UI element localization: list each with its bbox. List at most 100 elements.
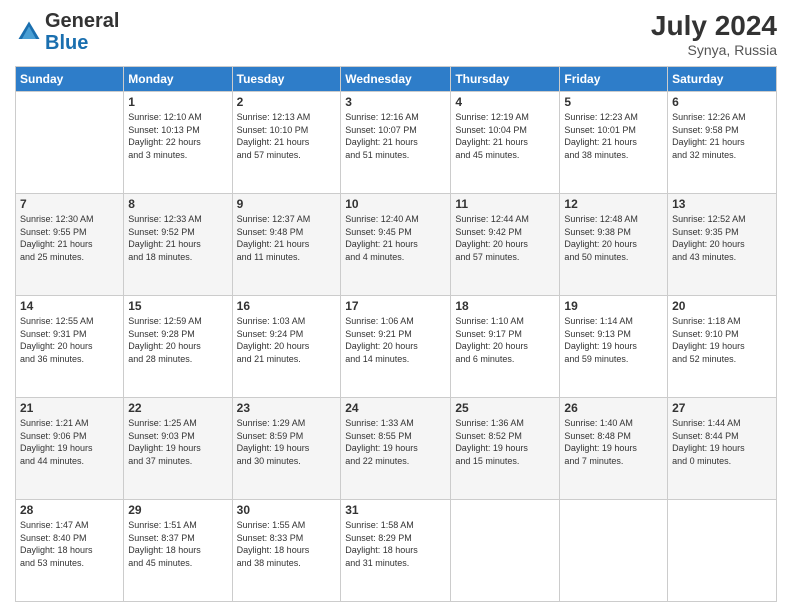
day-info: Sunrise: 1:51 AM Sunset: 8:37 PM Dayligh… — [128, 519, 227, 569]
table-row: 11 Sunrise: 12:44 AM Sunset: 9:42 PM Dayl… — [451, 194, 560, 296]
table-row: 28 Sunrise: 1:47 AM Sunset: 8:40 PM Dayli… — [16, 500, 124, 602]
table-row: 20Sunrise: 1:18 AM Sunset: 9:10 PM Dayli… — [668, 296, 777, 398]
day-info: Sunrise: 12:23 AM Sunset: 10:01 PM Dayli… — [564, 111, 663, 161]
day-info: Sunrise: 1:18 AM Sunset: 9:10 PM Dayligh… — [672, 315, 772, 365]
day-number: 9 — [237, 197, 337, 211]
day-info: Sunrise: 1:55 AM Sunset: 8:33 PM Dayligh… — [237, 519, 337, 569]
day-info: Sunrise: 12:30 AM Sunset: 9:55 PM Daylig… — [20, 213, 119, 263]
table-row: 22Sunrise: 1:25 AM Sunset: 9:03 PM Dayli… — [124, 398, 232, 500]
day-number: 21 — [20, 401, 119, 415]
day-info: Sunrise: 12:19 AM Sunset: 10:04 PM Dayli… — [455, 111, 555, 161]
table-row: 14 Sunrise: 12:55 AM Sunset: 9:31 PM Dayl… — [16, 296, 124, 398]
table-row — [16, 92, 124, 194]
table-row: 16 Sunrise: 1:03 AM Sunset: 9:24 PM Dayli… — [232, 296, 341, 398]
day-info: Sunrise: 12:55 AM Sunset: 9:31 PM Daylig… — [20, 315, 119, 365]
day-info: Sunrise: 1:03 AM Sunset: 9:24 PM Dayligh… — [237, 315, 337, 365]
day-info: Sunrise: 12:59 AM Sunset: 9:28 PM Daylig… — [128, 315, 227, 365]
table-row: 19 Sunrise: 1:14 AM Sunset: 9:13 PM Dayli… — [560, 296, 668, 398]
table-row: 31Sunrise: 1:58 AM Sunset: 8:29 PM Dayli… — [341, 500, 451, 602]
day-info: Sunrise: 1:06 AM Sunset: 9:21 PM Dayligh… — [345, 315, 446, 365]
day-number: 4 — [455, 95, 555, 109]
day-number: 26 — [564, 401, 663, 415]
title-block: July 2024 Synya, Russia — [651, 10, 777, 58]
table-row: 27 Sunrise: 1:44 AM Sunset: 8:44 PM Dayli… — [668, 398, 777, 500]
table-row: 29Sunrise: 1:51 AM Sunset: 8:37 PM Dayli… — [124, 500, 232, 602]
day-number: 14 — [20, 299, 119, 313]
day-number: 30 — [237, 503, 337, 517]
day-number: 2 — [237, 95, 337, 109]
day-info: Sunrise: 12:44 AM Sunset: 9:42 PM Daylig… — [455, 213, 555, 263]
day-number: 23 — [237, 401, 337, 415]
day-number: 25 — [455, 401, 555, 415]
day-info: Sunrise: 12:52 AM Sunset: 9:35 PM Daylig… — [672, 213, 772, 263]
table-row — [668, 500, 777, 602]
logo-general: General — [45, 10, 119, 32]
day-number: 10 — [345, 197, 446, 211]
day-info: Sunrise: 12:40 AM Sunset: 9:45 PM Daylig… — [345, 213, 446, 263]
day-number: 6 — [672, 95, 772, 109]
day-info: Sunrise: 12:33 AM Sunset: 9:52 PM Daylig… — [128, 213, 227, 263]
table-row: 12Sunrise: 12:48 AM Sunset: 9:38 PM Dayl… — [560, 194, 668, 296]
day-info: Sunrise: 1:40 AM Sunset: 8:48 PM Dayligh… — [564, 417, 663, 467]
day-info: Sunrise: 1:44 AM Sunset: 8:44 PM Dayligh… — [672, 417, 772, 467]
day-info: Sunrise: 1:29 AM Sunset: 8:59 PM Dayligh… — [237, 417, 337, 467]
day-number: 27 — [672, 401, 772, 415]
logo-blue: Blue — [45, 32, 88, 54]
day-info: Sunrise: 1:14 AM Sunset: 9:13 PM Dayligh… — [564, 315, 663, 365]
calendar-week-row: 21Sunrise: 1:21 AM Sunset: 9:06 PM Dayli… — [16, 398, 777, 500]
day-number: 18 — [455, 299, 555, 313]
calendar-header-row: Sunday Monday Tuesday Wednesday Thursday… — [16, 67, 777, 92]
table-row: 3Sunrise: 12:16 AM Sunset: 10:07 PM Dayl… — [341, 92, 451, 194]
day-info: Sunrise: 12:37 AM Sunset: 9:48 PM Daylig… — [237, 213, 337, 263]
table-row: 21Sunrise: 1:21 AM Sunset: 9:06 PM Dayli… — [16, 398, 124, 500]
day-number: 19 — [564, 299, 663, 313]
col-wednesday: Wednesday — [341, 67, 451, 92]
day-info: Sunrise: 1:33 AM Sunset: 8:55 PM Dayligh… — [345, 417, 446, 467]
col-friday: Friday — [560, 67, 668, 92]
day-number: 17 — [345, 299, 446, 313]
header: General Blue July 2024 Synya, Russia — [15, 10, 777, 58]
day-number: 11 — [455, 197, 555, 211]
day-number: 16 — [237, 299, 337, 313]
month-year: July 2024 — [651, 10, 777, 42]
table-row: 18 Sunrise: 1:10 AM Sunset: 9:17 PM Dayli… — [451, 296, 560, 398]
table-row: 4 Sunrise: 12:19 AM Sunset: 10:04 PM Dayl… — [451, 92, 560, 194]
table-row: 2Sunrise: 12:13 AM Sunset: 10:10 PM Dayl… — [232, 92, 341, 194]
day-number: 22 — [128, 401, 227, 415]
table-row: 15 Sunrise: 12:59 AM Sunset: 9:28 PM Dayl… — [124, 296, 232, 398]
table-row: 17 Sunrise: 1:06 AM Sunset: 9:21 PM Dayli… — [341, 296, 451, 398]
col-thursday: Thursday — [451, 67, 560, 92]
table-row: 1 Sunrise: 12:10 AM Sunset: 10:13 PM Dayl… — [124, 92, 232, 194]
day-number: 8 — [128, 197, 227, 211]
logo-text: General Blue — [45, 10, 119, 54]
day-number: 13 — [672, 197, 772, 211]
table-row: 7 Sunrise: 12:30 AM Sunset: 9:55 PM Dayli… — [16, 194, 124, 296]
table-row: 23 Sunrise: 1:29 AM Sunset: 8:59 PM Dayli… — [232, 398, 341, 500]
calendar-week-row: 14 Sunrise: 12:55 AM Sunset: 9:31 PM Dayl… — [16, 296, 777, 398]
day-number: 28 — [20, 503, 119, 517]
table-row: 5Sunrise: 12:23 AM Sunset: 10:01 PM Dayl… — [560, 92, 668, 194]
day-number: 7 — [20, 197, 119, 211]
calendar-week-row: 1 Sunrise: 12:10 AM Sunset: 10:13 PM Dayl… — [16, 92, 777, 194]
table-row: 25 Sunrise: 1:36 AM Sunset: 8:52 PM Dayli… — [451, 398, 560, 500]
table-row: 13 Sunrise: 12:52 AM Sunset: 9:35 PM Dayl… — [668, 194, 777, 296]
day-number: 24 — [345, 401, 446, 415]
day-number: 31 — [345, 503, 446, 517]
day-info: Sunrise: 12:26 AM Sunset: 9:58 PM Daylig… — [672, 111, 772, 161]
calendar-week-row: 7 Sunrise: 12:30 AM Sunset: 9:55 PM Dayli… — [16, 194, 777, 296]
col-sunday: Sunday — [16, 67, 124, 92]
col-monday: Monday — [124, 67, 232, 92]
table-row: 30 Sunrise: 1:55 AM Sunset: 8:33 PM Dayli… — [232, 500, 341, 602]
table-row: 24 Sunrise: 1:33 AM Sunset: 8:55 PM Dayli… — [341, 398, 451, 500]
day-info: Sunrise: 1:36 AM Sunset: 8:52 PM Dayligh… — [455, 417, 555, 467]
location: Synya, Russia — [651, 42, 777, 58]
day-info: Sunrise: 12:10 AM Sunset: 10:13 PM Dayli… — [128, 111, 227, 161]
day-info: Sunrise: 1:47 AM Sunset: 8:40 PM Dayligh… — [20, 519, 119, 569]
day-number: 15 — [128, 299, 227, 313]
day-number: 12 — [564, 197, 663, 211]
day-number: 1 — [128, 95, 227, 109]
day-info: Sunrise: 1:10 AM Sunset: 9:17 PM Dayligh… — [455, 315, 555, 365]
col-saturday: Saturday — [668, 67, 777, 92]
table-row: 9 Sunrise: 12:37 AM Sunset: 9:48 PM Dayli… — [232, 194, 341, 296]
calendar-table: Sunday Monday Tuesday Wednesday Thursday… — [15, 66, 777, 602]
